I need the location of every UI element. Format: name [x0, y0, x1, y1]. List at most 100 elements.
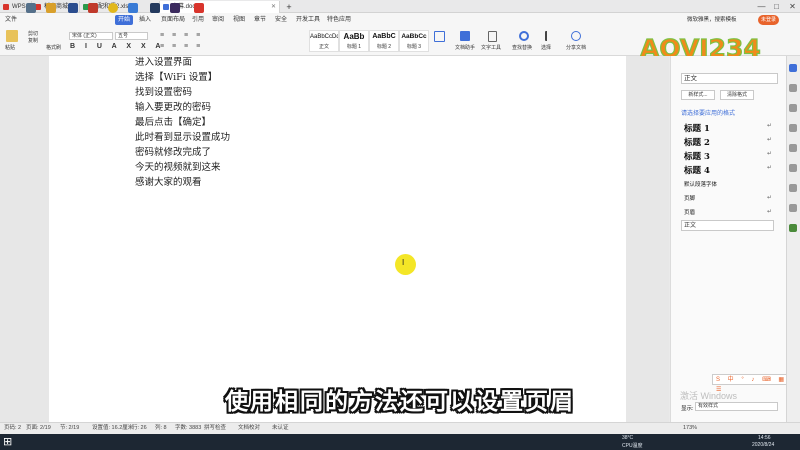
format-painter-button[interactable]: 格式刷 — [46, 45, 61, 51]
share-button[interactable]: 分享文档 — [566, 45, 586, 51]
find-replace-icon[interactable] — [519, 31, 529, 41]
status-words[interactable]: 字数: 3883 — [175, 423, 201, 433]
status-section[interactable]: 节: 2/19 — [60, 423, 79, 433]
menu-home[interactable]: 开始 — [115, 15, 134, 25]
sidebar-share-icon[interactable] — [789, 224, 797, 232]
menu-review[interactable]: 审阅 — [209, 15, 227, 25]
status-proof[interactable]: 文档校对 — [238, 423, 260, 433]
align-buttons[interactable]: ≡ ≡ ≡ ≡ — [160, 43, 203, 50]
menu-features[interactable]: 特色应用 — [324, 15, 354, 25]
doc-line[interactable]: 进入设置界面 — [135, 54, 192, 68]
new-tab-button[interactable]: + — [282, 1, 296, 13]
status-spell[interactable]: 拼写检查 — [204, 423, 226, 433]
menu-developer[interactable]: 开发工具 — [293, 15, 323, 25]
style-item-default-font[interactable]: 默认段落字体 — [684, 180, 717, 188]
find-replace-button[interactable]: 查找替换 — [512, 45, 532, 51]
sidebar-style-icon[interactable] — [789, 64, 797, 72]
clear-format-button[interactable]: 清除格式 — [720, 90, 754, 100]
menu-file[interactable]: 文件 — [2, 15, 20, 25]
style-item-footer[interactable]: 页脚 — [684, 194, 695, 202]
style-normal[interactable]: AaBbCcDd 正文 — [309, 30, 339, 52]
style-item-normal[interactable]: 正文 — [681, 220, 774, 231]
style-item-heading-4[interactable]: 标题 4 — [684, 164, 710, 176]
sidebar-backup-icon[interactable] — [789, 184, 797, 192]
task-view-icon[interactable] — [26, 3, 36, 13]
text-cursor-icon: I — [402, 258, 405, 267]
sidebar-limit-icon[interactable] — [789, 164, 797, 172]
minimize-button[interactable]: — — [755, 0, 768, 13]
doc-line[interactable]: 此时看到显示设置成功 — [135, 129, 230, 143]
sidebar-shape-icon[interactable] — [789, 104, 797, 112]
text-tools-icon[interactable] — [488, 31, 497, 42]
select-icon[interactable] — [545, 31, 553, 41]
share-icon[interactable] — [571, 31, 581, 41]
style-heading-2[interactable]: AaBbC 标题 2 — [369, 30, 399, 52]
select-button[interactable]: 选择 — [541, 45, 551, 51]
login-badge[interactable]: 未登录 — [758, 15, 780, 25]
doc-line[interactable]: 选择【WiFi 设置】 — [135, 69, 217, 83]
cut-button[interactable]: 剪切 — [28, 31, 38, 37]
status-line[interactable]: 行: 26 — [132, 423, 147, 433]
cpu-temp: 38°C — [622, 435, 634, 441]
copy-button[interactable]: 复制 — [28, 38, 38, 44]
file-explorer-icon[interactable] — [46, 3, 56, 13]
menu-chapter[interactable]: 章节 — [251, 15, 269, 25]
sidebar-navigation-icon[interactable] — [789, 144, 797, 152]
search-box[interactable]: 微软雅黑，搜索模板 — [684, 15, 740, 25]
zoom-level[interactable]: 173% — [683, 423, 697, 433]
doc-line[interactable]: 找到设置密码 — [135, 84, 192, 98]
menu-insert[interactable]: 插入 — [136, 15, 154, 25]
close-tab-icon[interactable]: ✕ — [271, 1, 276, 13]
doc-line[interactable]: 输入要更改的密码 — [135, 99, 211, 113]
paragraph-buttons[interactable]: ≡ ≡ ≡ ≡ — [160, 32, 203, 39]
status-pages[interactable]: 页面: 2/19 — [26, 423, 51, 433]
text-tools-button[interactable]: 文字工具 — [481, 45, 501, 51]
status-setting[interactable]: 设置值: 16.2厘米 — [92, 423, 133, 433]
doc-helper-button[interactable]: 文档助手 — [455, 45, 475, 51]
search-placeholder: 微软雅黑，搜索模板 — [687, 17, 737, 23]
wps-writer-icon[interactable] — [194, 3, 204, 13]
status-page[interactable]: 页码: 2 — [4, 423, 21, 433]
after-effects-icon[interactable] — [150, 3, 160, 13]
font-select[interactable]: 宋体 (正文) — [69, 32, 113, 40]
premiere-icon[interactable] — [170, 3, 180, 13]
doc-line[interactable]: 密码就修改完成了 — [135, 144, 211, 158]
windows-start-icon[interactable]: ⊞ — [3, 436, 12, 448]
menu-security[interactable]: 安全 — [272, 15, 290, 25]
status-auth[interactable]: 未认证 — [272, 423, 289, 433]
style-item-header[interactable]: 页眉 — [684, 208, 695, 216]
font-size-select[interactable]: 五号 — [115, 32, 148, 40]
browser-icon[interactable] — [128, 3, 138, 13]
bold-italic-underline-buttons[interactable]: B I U A X X A — [70, 43, 164, 50]
doc-line[interactable]: 感谢大家的观看 — [135, 174, 202, 188]
doc-line[interactable]: 最后点击【确定】 — [135, 114, 211, 128]
maximize-button[interactable]: □ — [770, 0, 783, 13]
menu-references[interactable]: 引用 — [189, 15, 207, 25]
return-icon: ↵ — [767, 209, 773, 215]
menu-view[interactable]: 视图 — [230, 15, 248, 25]
photoshop-icon[interactable] — [68, 3, 78, 13]
doc-line[interactable]: 今天的视频就到这来 — [135, 159, 221, 173]
text-style-icon[interactable] — [434, 31, 445, 42]
style-item-heading-1[interactable]: 标题 1 — [684, 122, 710, 134]
sidebar-select-icon[interactable] — [789, 84, 797, 92]
clock-date[interactable]: 2020/8/24 — [752, 442, 774, 448]
paste-icon[interactable] — [6, 30, 18, 42]
style-heading-3[interactable]: AaBbCc 标题 3 — [399, 30, 429, 52]
menu-label: 文件 — [5, 17, 18, 23]
sidebar-properties-icon[interactable] — [789, 124, 797, 132]
video-subtitle: 使用相同的方法还可以设置页眉 — [225, 389, 575, 415]
style-item-heading-2[interactable]: 标题 2 — [684, 136, 710, 148]
close-button[interactable]: ✕ — [786, 0, 799, 13]
chrome-icon[interactable] — [108, 3, 118, 13]
wps-taskbar-icon[interactable] — [88, 3, 98, 13]
status-col[interactable]: 列: 8 — [155, 423, 167, 433]
doc-helper-icon[interactable] — [460, 31, 470, 41]
menu-layout[interactable]: 页面布局 — [158, 15, 188, 25]
current-style-select[interactable]: 正文 — [681, 73, 778, 84]
style-item-heading-3[interactable]: 标题 3 — [684, 150, 710, 162]
new-style-button[interactable]: 新样式... — [681, 90, 715, 100]
clock-time[interactable]: 14:56 — [758, 435, 771, 441]
sidebar-image-icon[interactable] — [789, 204, 797, 212]
style-heading-1[interactable]: AaBb 标题 1 — [339, 30, 369, 52]
